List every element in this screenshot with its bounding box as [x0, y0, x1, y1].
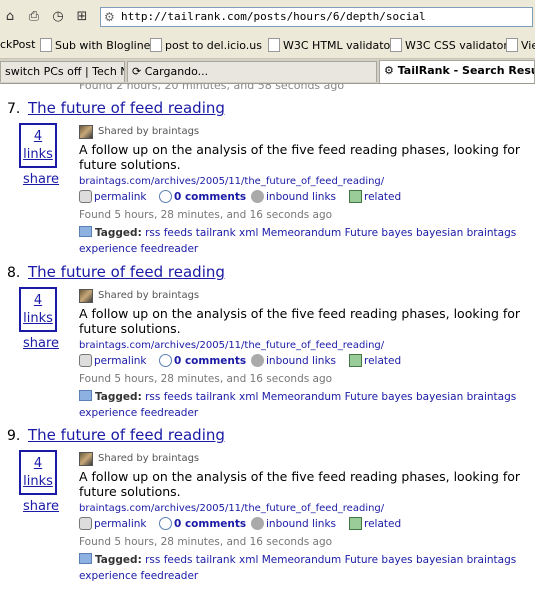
result-title-link[interactable]: The future of feed reading [28, 99, 225, 117]
print-icon[interactable]: ⎙ [24, 6, 44, 26]
related-arrow-icon [349, 354, 362, 367]
links-count-button[interactable]: 4 links [19, 450, 57, 495]
result-number: 7. [7, 101, 21, 117]
page-icon [268, 38, 280, 52]
inbound-links-action[interactable]: inbound links [251, 517, 336, 530]
gear-icon [251, 517, 264, 530]
inbound-links-action[interactable]: inbound links [251, 354, 336, 367]
links-count: 4 [33, 456, 43, 471]
found-timestamp: Found 5 hours, 28 minutes, and 16 second… [79, 373, 333, 385]
bookmark-item[interactable]: W3C CSS validator [390, 38, 508, 52]
site-gear-icon: ⚙ [104, 10, 115, 24]
shared-by-text: Shared by braintags [98, 453, 200, 464]
bookmark-item[interactable]: W3C HTML validator [268, 38, 395, 52]
new-window-icon[interactable]: ⊞ [72, 6, 92, 26]
result-url-link[interactable]: braintags.com/archives/2005/11/the_futur… [79, 503, 384, 514]
comment-bubble-icon [159, 517, 172, 530]
chain-link-icon [79, 190, 92, 203]
tags-line: Tagged: rss feeds tailrank xml Memeorand… [79, 225, 529, 257]
shared-by-text: Shared by braintags [98, 126, 200, 137]
tags-line: Tagged: rss feeds tailrank xml Memeorand… [79, 389, 529, 421]
found-timestamp: Found 5 hours, 28 minutes, and 16 second… [79, 209, 333, 221]
links-count-button[interactable]: 4 links [19, 287, 57, 332]
tab-strip: switch PCs off | Tech N... ⟳ Cargando...… [0, 59, 535, 84]
tags-line: Tagged: rss feeds tailrank xml Memeorand… [79, 552, 529, 584]
avatar [79, 289, 93, 303]
share-link[interactable]: share [23, 336, 59, 351]
tag-list[interactable]: rss feeds tailrank xml Memeorandum Futur… [79, 391, 516, 419]
bookmark-item[interactable]: ckPost [0, 38, 35, 51]
related-arrow-icon [349, 190, 362, 203]
result-title-link[interactable]: The future of feed reading [28, 426, 225, 444]
result-number: 9. [7, 428, 21, 444]
result-url-link[interactable]: braintags.com/archives/2005/11/the_futur… [79, 340, 384, 351]
chain-link-icon [79, 354, 92, 367]
chain-link-icon [79, 517, 92, 530]
inbound-links-action[interactable]: inbound links [251, 190, 336, 203]
permalink-action[interactable]: permalink [79, 517, 147, 530]
result-description: A follow up on the analysis of the five … [79, 469, 521, 499]
result-url-link[interactable]: braintags.com/archives/2005/11/the_futur… [79, 176, 384, 187]
page-icon [150, 38, 162, 52]
gear-icon [251, 354, 264, 367]
home-icon[interactable]: ⌂ [0, 6, 20, 26]
address-url: http://tailrank.com/posts/hours/6/depth/… [121, 10, 426, 23]
bookmark-item[interactable]: post to del.icio.us [150, 38, 262, 52]
tag-list[interactable]: rss feeds tailrank xml Memeorandum Futur… [79, 554, 516, 582]
result-description: A follow up on the analysis of the five … [79, 306, 521, 336]
links-label: links [23, 311, 53, 326]
links-label: links [23, 147, 53, 162]
permalink-action[interactable]: permalink [79, 354, 147, 367]
history-clock-icon[interactable]: ◷ [48, 6, 68, 26]
share-link[interactable]: share [23, 499, 59, 514]
tab-tailrank[interactable]: ⚙ TailRank - Search Resul [379, 60, 535, 83]
comment-bubble-icon [159, 354, 172, 367]
related-arrow-icon [349, 517, 362, 530]
page-icon [40, 38, 52, 52]
links-count: 4 [33, 293, 43, 308]
related-action[interactable]: related [349, 190, 401, 203]
links-count-button[interactable]: 4 links [19, 123, 57, 168]
tab-tech-news[interactable]: switch PCs off | Tech N... [0, 61, 125, 82]
previous-found-text: Found 2 hours, 20 minutes, and 58 second… [79, 84, 345, 92]
result-number: 8. [7, 265, 21, 281]
tagged-label: Tagged: [95, 227, 142, 239]
page-icon [390, 38, 402, 52]
links-label: links [23, 474, 53, 489]
page-icon [506, 38, 518, 52]
tag-icon [79, 390, 92, 401]
address-bar[interactable]: ⚙ http://tailrank.com/posts/hours/6/dept… [100, 7, 533, 27]
tagged-label: Tagged: [95, 554, 142, 566]
tag-icon [79, 226, 92, 237]
tag-icon [79, 553, 92, 564]
avatar [79, 125, 93, 139]
comment-bubble-icon [159, 190, 172, 203]
page-content: Found 2 hours, 20 minutes, and 58 second… [0, 84, 535, 589]
avatar [79, 452, 93, 466]
tag-list[interactable]: rss feeds tailrank xml Memeorandum Futur… [79, 227, 516, 255]
related-action[interactable]: related [349, 517, 401, 530]
related-action[interactable]: related [349, 354, 401, 367]
links-count: 4 [33, 129, 43, 144]
shared-by-text: Shared by braintags [98, 290, 200, 301]
browser-toolbar: ⌂ ⎙ ◷ ⊞ ⚙ http://tailrank.com/posts/hour… [0, 0, 535, 35]
gear-icon [251, 190, 264, 203]
bookmark-item[interactable]: Sub with Bloglines [40, 38, 156, 52]
share-link[interactable]: share [23, 172, 59, 187]
tab-cargando[interactable]: ⟳ Cargando... [127, 61, 377, 82]
comments-action[interactable]: 0 comments [159, 517, 246, 530]
comments-action[interactable]: 0 comments [159, 354, 246, 367]
result-description: A follow up on the analysis of the five … [79, 142, 521, 172]
found-timestamp: Found 5 hours, 28 minutes, and 16 second… [79, 536, 333, 548]
permalink-action[interactable]: permalink [79, 190, 147, 203]
bookmark-item[interactable]: Vie [506, 38, 535, 52]
result-title-link[interactable]: The future of feed reading [28, 263, 225, 281]
comments-action[interactable]: 0 comments [159, 190, 246, 203]
bookmarks-bar: ckPost Sub with Bloglines post to del.ic… [0, 34, 535, 59]
tagged-label: Tagged: [95, 391, 142, 403]
